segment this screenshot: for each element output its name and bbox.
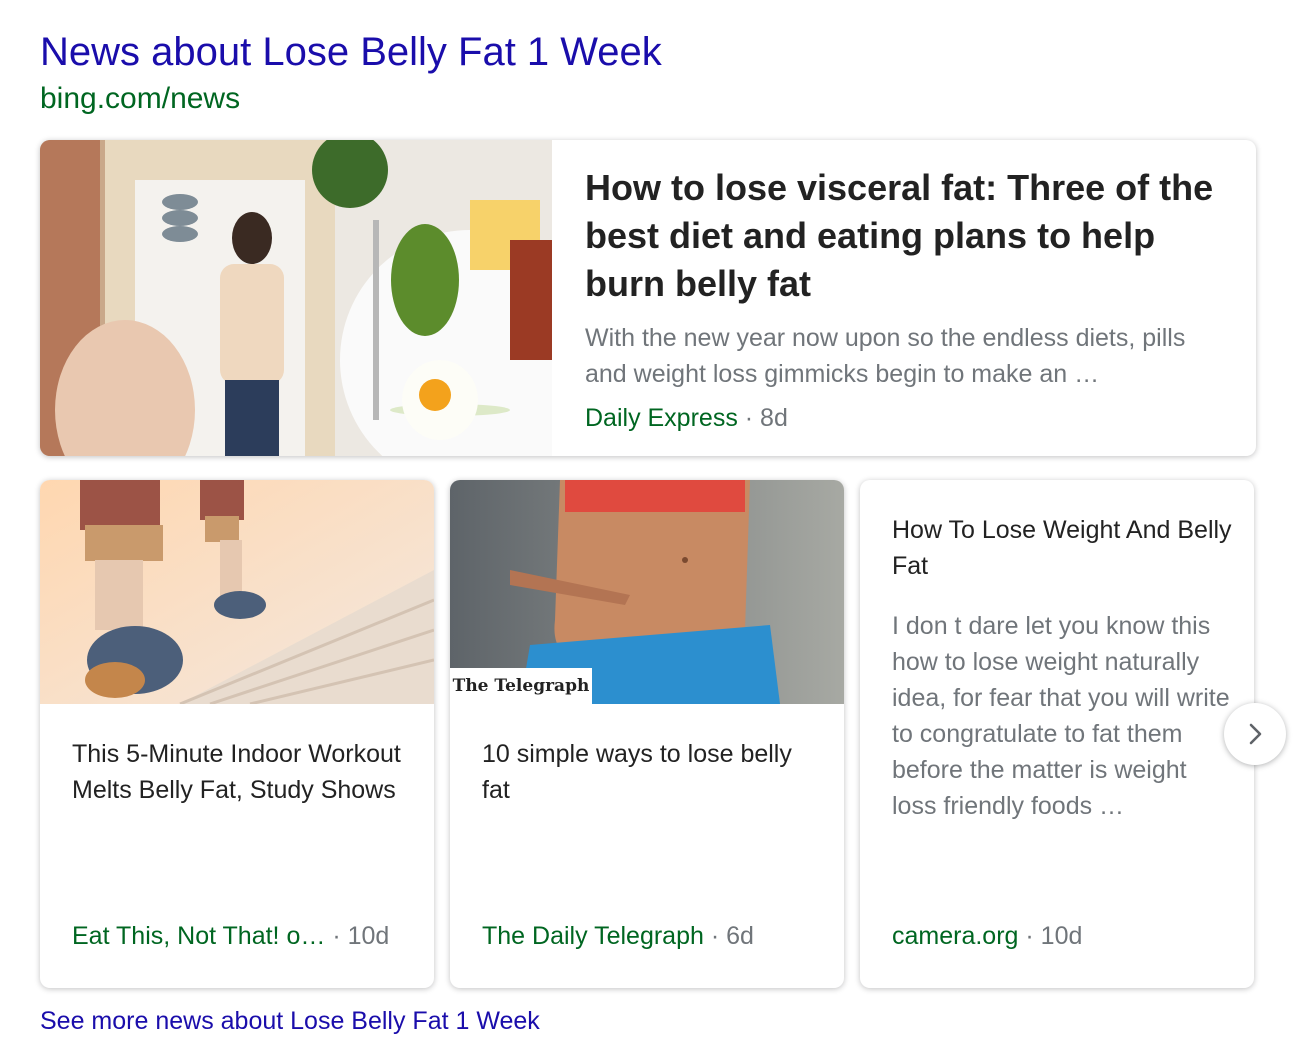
news-card[interactable]: The Telegraph 10 simple ways to lose bel… <box>450 480 844 988</box>
card-age: · 10d <box>1025 922 1083 950</box>
featured-news-card[interactable]: How to lose visceral fat: Three of the b… <box>40 140 1256 456</box>
card-age: · 6d <box>710 922 754 950</box>
card-source: camera.org <box>892 922 1019 950</box>
card-meta: camera.org · 10d <box>892 918 1082 954</box>
telegraph-logo-badge: The Telegraph <box>450 668 592 704</box>
card-source: The Daily Telegraph <box>482 922 704 950</box>
see-more-news-link[interactable]: See more news about Lose Belly Fat 1 Wee… <box>40 1004 540 1038</box>
card-source: Eat This, Not That! o… <box>72 922 326 950</box>
card-snippet: I don t dare let you know this how to lo… <box>892 612 1230 820</box>
featured-snippet: With the new year now upon so the endles… <box>585 324 1186 388</box>
card-headline[interactable]: How To Lose Weight And Belly Fat <box>892 512 1232 584</box>
carousel-next-button[interactable] <box>1224 703 1286 765</box>
workout-stairs-image <box>40 480 434 704</box>
card-headline[interactable]: 10 simple ways to lose belly fat <box>482 736 822 808</box>
featured-source: Daily Express <box>585 404 738 432</box>
news-section-title[interactable]: News about Lose Belly Fat 1 Week <box>40 28 662 76</box>
featured-age: · 8d <box>744 404 788 432</box>
news-card[interactable]: How To Lose Weight And Belly Fat I don t… <box>860 480 1254 988</box>
featured-headline[interactable]: How to lose visceral fat: Three of the b… <box>585 164 1225 308</box>
card-headline[interactable]: This 5-Minute Indoor Workout Melts Belly… <box>72 736 412 808</box>
source-url[interactable]: bing.com/news <box>40 80 240 118</box>
featured-article-image <box>40 140 552 456</box>
chevron-right-icon <box>1249 723 1262 745</box>
featured-article-body: How to lose visceral fat: Three of the b… <box>585 164 1225 436</box>
card-meta: The Daily Telegraph · 6d <box>482 918 754 954</box>
news-card[interactable]: This 5-Minute Indoor Workout Melts Belly… <box>40 480 434 988</box>
card-meta: Eat This, Not That! o… · 10d <box>72 918 389 954</box>
card-age: · 10d <box>332 922 390 950</box>
featured-meta: Daily Express · 8d <box>585 400 1225 436</box>
